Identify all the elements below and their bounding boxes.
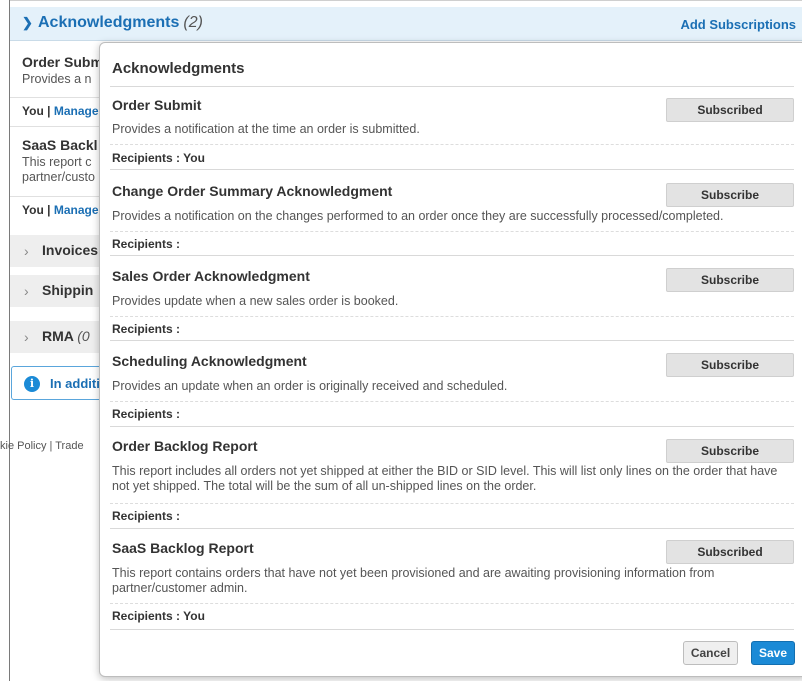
acknowledgments-popup: Acknowledgments Order Submit Subscribed … — [99, 42, 802, 677]
info-circle-icon: i — [24, 376, 40, 392]
cancel-button[interactable]: Cancel — [683, 641, 738, 665]
subscription-desc: This report includes all orders not yet … — [112, 464, 778, 493]
divider — [110, 169, 794, 170]
accordion-invoices[interactable]: › Invoices — [10, 235, 100, 267]
save-button[interactable]: Save — [751, 641, 795, 665]
info-banner-text: In additi — [50, 376, 100, 391]
divider — [10, 126, 100, 127]
chevron-right-icon: › — [24, 243, 29, 259]
bg-item-links: You | Manage — [22, 203, 99, 217]
subscription-desc: Provides a notification on the changes p… — [112, 209, 724, 223]
cookie-policy-link[interactable]: kie Policy — [0, 440, 46, 452]
frame-top-border — [9, 0, 802, 1]
link-separator: | — [47, 203, 51, 217]
divider — [110, 231, 794, 232]
divider — [110, 255, 794, 256]
subscription-title: Scheduling Acknowledgment — [112, 353, 307, 369]
section-title: Acknowledgments (2) — [38, 14, 203, 31]
divider — [110, 426, 794, 427]
acknowledgments-section-header[interactable]: ❯ Acknowledgments (2) Add Subscriptions — [10, 7, 802, 41]
link-separator: | — [47, 104, 51, 118]
subscribed-button[interactable]: Subscribed — [666, 540, 794, 564]
bg-item-desc-line2: partner/custo — [22, 170, 95, 184]
bg-item-title: SaaS Backl — [22, 137, 98, 153]
you-label: You — [22, 104, 44, 118]
bg-item-links: You | Manage — [22, 104, 99, 118]
subscribe-button[interactable]: Subscribe — [666, 268, 794, 292]
accordion-label: RMA (0 — [42, 328, 90, 344]
recipients-label: Recipients : — [112, 237, 181, 251]
recipients-label: Recipients : — [112, 407, 181, 421]
recipients-label: Recipients : You — [112, 609, 205, 623]
bg-item-desc: Provides a n — [22, 72, 92, 86]
subscribed-button[interactable]: Subscribed — [666, 98, 794, 122]
subscription-title: Order Submit — [112, 97, 202, 113]
recipients-label: Recipients : — [112, 322, 181, 336]
divider — [10, 97, 100, 98]
accordion-label: Invoices — [42, 242, 99, 258]
divider — [10, 196, 100, 197]
bg-item-title: Order Subm — [22, 54, 103, 70]
footer-separator: | — [49, 440, 53, 452]
bg-item-desc: This report c — [22, 155, 92, 169]
add-subscriptions-link[interactable]: Add Subscriptions — [680, 17, 796, 32]
divider — [110, 340, 794, 341]
chevron-down-icon[interactable]: ❯ — [22, 15, 33, 31]
bg-item-order-submit: Order Subm Provides a n — [22, 54, 103, 87]
accordion-count: (0 — [77, 328, 90, 344]
subscription-desc: Provides an update when an order is orig… — [112, 379, 508, 393]
recipients-label: Recipients : — [112, 509, 181, 523]
accordion-label: Shippin — [42, 282, 94, 298]
subscribe-button[interactable]: Subscribe — [666, 439, 794, 463]
chevron-right-icon: › — [24, 283, 29, 299]
divider — [110, 503, 794, 504]
subscription-title: SaaS Backlog Report — [112, 540, 254, 556]
subscription-title: Change Order Summary Acknowledgment — [112, 183, 393, 199]
divider — [110, 401, 794, 402]
section-count: (2) — [183, 14, 203, 31]
divider — [110, 629, 794, 630]
subscription-desc: Provides a notification at the time an o… — [112, 122, 420, 136]
subscribe-button[interactable]: Subscribe — [666, 183, 794, 207]
subscription-desc: This report contains orders that have no… — [112, 566, 715, 595]
subscription-title: Sales Order Acknowledgment — [112, 268, 310, 284]
trademarks-link[interactable]: Trade — [55, 440, 83, 452]
recipients-label: Recipients : You — [112, 151, 205, 165]
manage-link[interactable]: Manage — [54, 203, 99, 217]
subscribe-button[interactable]: Subscribe — [666, 353, 794, 377]
popup-title: Acknowledgments — [112, 60, 245, 77]
accordion-rma[interactable]: › RMA (0 — [10, 321, 100, 353]
divider — [110, 528, 794, 529]
accordion-shipping[interactable]: › Shippin — [10, 275, 100, 307]
subscription-title: Order Backlog Report — [112, 438, 258, 454]
subscription-desc: Provides update when a new sales order i… — [112, 294, 399, 308]
divider — [110, 316, 794, 317]
manage-link[interactable]: Manage — [54, 104, 99, 118]
footer-links: kie Policy | Trade — [0, 440, 84, 452]
divider — [110, 603, 794, 604]
bg-item-saas-backlog: SaaS Backl This report c partner/custo — [22, 137, 98, 185]
divider — [110, 86, 794, 87]
divider — [110, 144, 794, 145]
info-banner: i In additi — [11, 366, 111, 400]
chevron-right-icon: › — [24, 329, 29, 345]
you-label: You — [22, 203, 44, 217]
